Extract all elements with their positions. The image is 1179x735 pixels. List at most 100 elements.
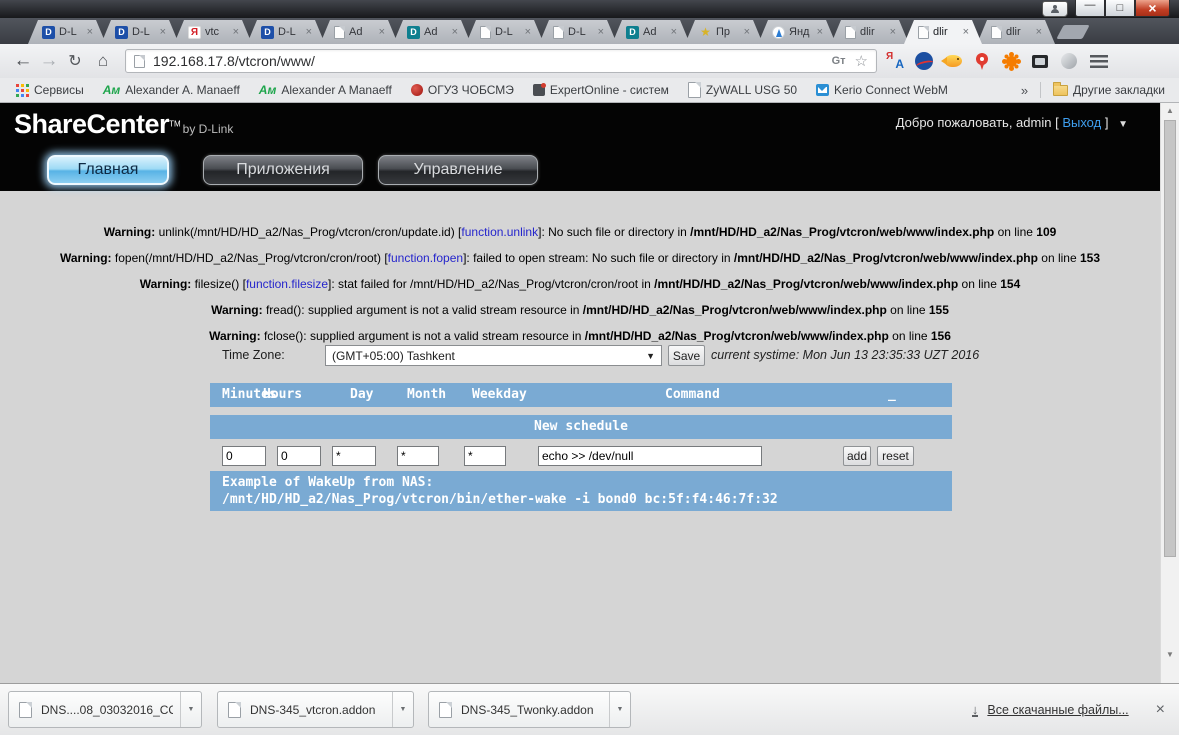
- back-icon[interactable]: ←: [10, 48, 36, 74]
- chevron-down-icon[interactable]: ▼: [392, 692, 413, 727]
- browser-tab[interactable]: dlir ×: [977, 20, 1055, 44]
- download-icon: ↓: [971, 701, 979, 717]
- logo-byline: by D-Link: [182, 122, 234, 136]
- bookmark-star-icon[interactable]: ☆: [855, 52, 868, 70]
- new-tab-button[interactable]: [1056, 25, 1090, 39]
- warning-path: /mnt/HD/HD_a2/Nas_Prog/vtcron/web/www/in…: [654, 277, 959, 291]
- minutes-input[interactable]: [222, 446, 266, 466]
- bookmark-item[interactable]: Aм Alexander A. Manaeff: [103, 83, 240, 97]
- translate-icon[interactable]: Gт: [832, 55, 846, 67]
- bookmark-item[interactable]: ZyWALL USG 50: [687, 82, 797, 98]
- tab-management[interactable]: Управление: [378, 155, 538, 185]
- day-input[interactable]: [332, 446, 376, 466]
- star-icon: ★: [700, 25, 711, 39]
- chevron-down-icon[interactable]: ▼: [609, 692, 630, 727]
- chevron-down-icon[interactable]: ▼: [1118, 119, 1128, 130]
- browser-tab[interactable]: D Ad ×: [393, 20, 471, 44]
- browser-tab[interactable]: D-L ×: [466, 20, 544, 44]
- browser-tab[interactable]: D D-L ×: [247, 20, 325, 44]
- php-warning: Warning: fopen(/mnt/HD/HD_a2/Nas_Prog/vt…: [0, 251, 1160, 266]
- tab-close-icon[interactable]: ×: [452, 26, 458, 38]
- logout-link[interactable]: Выход: [1062, 115, 1101, 130]
- tab-close-icon[interactable]: ×: [160, 26, 166, 38]
- tab-close-icon[interactable]: ×: [744, 26, 750, 38]
- profile-button[interactable]: [1042, 1, 1068, 17]
- close-window-button[interactable]: ×: [1135, 0, 1170, 17]
- add-button[interactable]: add: [843, 446, 871, 466]
- browser-tab[interactable]: D D-L ×: [28, 20, 106, 44]
- tab-close-icon[interactable]: ×: [87, 26, 93, 38]
- browser-tab[interactable]: dlir ×: [831, 20, 909, 44]
- bookmark-item[interactable]: ОГУЗ ЧОБСМЭ: [410, 83, 514, 97]
- close-shelf-icon[interactable]: ×: [1156, 701, 1165, 719]
- weekday-input[interactable]: [464, 446, 506, 466]
- scrollbar-thumb[interactable]: [1164, 120, 1176, 557]
- tab-close-icon[interactable]: ×: [890, 26, 896, 38]
- gear-extension-icon[interactable]: [1000, 50, 1022, 72]
- tv-extension-icon[interactable]: [1029, 50, 1051, 72]
- browser-tab[interactable]: Ad ×: [320, 20, 398, 44]
- scroll-up-icon[interactable]: ▲: [1161, 106, 1179, 115]
- address-bar[interactable]: 192.168.17.8/vtcron/www/ Gт ☆: [125, 49, 877, 73]
- menu-icon[interactable]: [1090, 54, 1108, 68]
- scroll-down-icon[interactable]: ▼: [1161, 650, 1179, 659]
- warning-text: fclose(): supplied argument is not a val…: [260, 329, 585, 343]
- download-item[interactable]: DNS....08_03032016_COM ▼: [8, 691, 202, 728]
- save-button[interactable]: Save: [668, 345, 705, 366]
- home-icon[interactable]: ⌂: [90, 48, 116, 74]
- tab-close-icon[interactable]: ×: [306, 26, 312, 38]
- hours-input[interactable]: [277, 446, 321, 466]
- browser-tab[interactable]: ★ Пр ×: [685, 20, 763, 44]
- browser-tab[interactable]: Янд ×: [758, 20, 836, 44]
- bookmark-item[interactable]: Aм Alexander A Manaeff: [259, 83, 392, 97]
- browser-toolbar: ← → ↻ ⌂ 192.168.17.8/vtcron/www/ Gт ☆ Я …: [0, 44, 1179, 78]
- download-item[interactable]: DNS-345_vtcron.addon ▼: [217, 691, 414, 728]
- warning-prefix: Warning:: [103, 225, 156, 239]
- browser-tab[interactable]: Я vtc ×: [174, 20, 252, 44]
- bookmark-item[interactable]: Kerio Connect WebM: [816, 83, 948, 97]
- chevron-down-icon[interactable]: ▼: [180, 692, 201, 727]
- tab-close-icon[interactable]: ×: [379, 26, 385, 38]
- bookmark-label: Alexander A Manaeff: [281, 83, 392, 97]
- minimize-button[interactable]: —: [1075, 0, 1105, 17]
- tab-home[interactable]: Главная: [47, 155, 169, 185]
- tab-close-icon[interactable]: ×: [817, 26, 823, 38]
- other-bookmarks-folder[interactable]: Другие закладки: [1053, 81, 1165, 97]
- tab-close-icon[interactable]: ×: [233, 26, 239, 38]
- map-pin-extension-icon[interactable]: [971, 50, 993, 72]
- forward-icon[interactable]: →: [36, 48, 62, 74]
- php-warning: Warning: filesize() [function.filesize]:…: [0, 277, 1160, 292]
- tab-close-icon[interactable]: ×: [1036, 26, 1042, 38]
- bookmark-item[interactable]: Сервисы: [16, 83, 84, 97]
- bookmarks-overflow-icon[interactable]: »: [1021, 83, 1028, 98]
- timezone-select[interactable]: (GMT+05:00) Tashkent ▼: [325, 345, 662, 366]
- scrollbar[interactable]: ▲ ▼: [1160, 103, 1179, 683]
- tab-close-icon[interactable]: ×: [525, 26, 531, 38]
- browser-tab[interactable]: D D-L ×: [101, 20, 179, 44]
- tab-close-icon[interactable]: ×: [671, 26, 677, 38]
- tab-close-icon[interactable]: ×: [963, 26, 969, 38]
- reload-icon[interactable]: ↻: [62, 48, 88, 74]
- show-all-downloads-link[interactable]: Все скачанные файлы...: [987, 703, 1128, 717]
- warning-link[interactable]: function.filesize: [246, 277, 328, 291]
- maximize-button[interactable]: □: [1105, 0, 1135, 17]
- yandex-translate-extension-icon[interactable]: Я A: [884, 50, 906, 72]
- browser-tab-active[interactable]: dlir ×: [904, 20, 982, 44]
- browser-tab[interactable]: D Ad ×: [612, 20, 690, 44]
- browser-tab[interactable]: D-L ×: [539, 20, 617, 44]
- nasa-extension-icon[interactable]: [913, 50, 935, 72]
- fish-extension-icon[interactable]: [940, 50, 964, 72]
- download-shelf: DNS....08_03032016_COM ▼ DNS-345_vtcron.…: [0, 683, 1179, 735]
- welcome-text: Добро пожаловать, admin [: [895, 115, 1059, 130]
- command-input[interactable]: [538, 446, 762, 466]
- circle-extension-icon[interactable]: [1058, 50, 1080, 72]
- tab-close-icon[interactable]: ×: [598, 26, 604, 38]
- download-item[interactable]: DNS-345_Twonky.addon ▼: [428, 691, 631, 728]
- reset-button[interactable]: reset: [877, 446, 914, 466]
- url-text[interactable]: 192.168.17.8/vtcron/www/: [153, 53, 832, 69]
- warning-link[interactable]: function.fopen: [388, 251, 463, 265]
- tab-applications[interactable]: Приложения: [203, 155, 363, 185]
- bookmark-item[interactable]: ExpertOnline - систем: [532, 83, 669, 97]
- month-input[interactable]: [397, 446, 439, 466]
- warning-link[interactable]: function.unlink: [461, 225, 538, 239]
